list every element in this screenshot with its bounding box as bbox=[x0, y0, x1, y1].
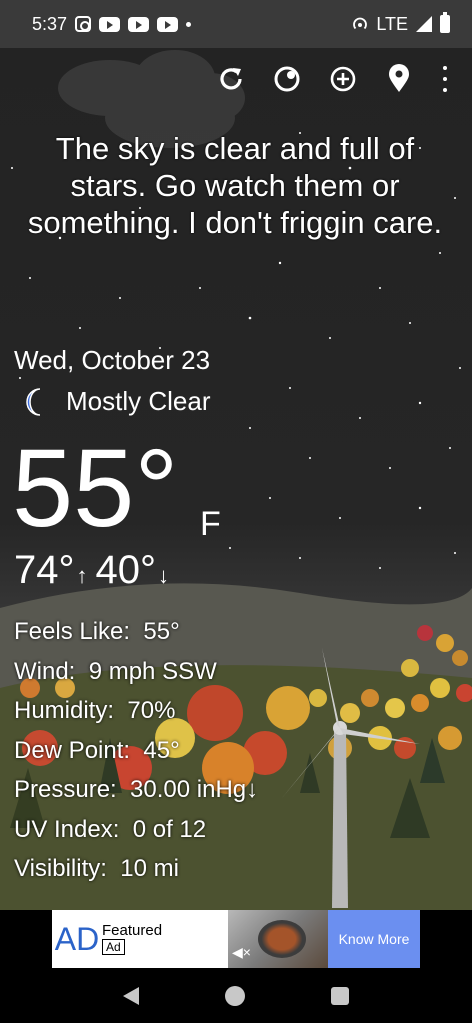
home-icon[interactable] bbox=[225, 985, 245, 1006]
signal-icon bbox=[416, 16, 432, 32]
temperature-unit[interactable]: F bbox=[200, 505, 221, 544]
detail-value: 55° bbox=[143, 618, 180, 645]
detail-wind: Wind: 9 mph SSW bbox=[14, 652, 258, 692]
condition-row: Mostly Clear bbox=[22, 386, 210, 417]
status-left: 5:37 bbox=[32, 13, 192, 35]
notification-dot-icon bbox=[186, 21, 192, 27]
ad-text: Featured Ad bbox=[102, 910, 228, 968]
recents-icon[interactable] bbox=[331, 986, 349, 1005]
detail-uv-index: UV Index: 0 of 12 bbox=[14, 810, 258, 850]
detail-humidity: Humidity: 70% bbox=[14, 691, 258, 731]
theme-icon bbox=[274, 66, 300, 92]
pan-image bbox=[258, 920, 306, 958]
ad-image[interactable]: ◀× bbox=[228, 910, 328, 968]
navigation-bar bbox=[0, 968, 472, 1023]
detail-label: Dew Point: bbox=[14, 736, 131, 764]
hotspot-icon bbox=[353, 17, 368, 30]
detail-value: 10 mi bbox=[120, 855, 179, 882]
detail-value: 70% bbox=[127, 697, 176, 724]
condition-label: Mostly Clear bbox=[66, 386, 211, 416]
refresh-icon bbox=[220, 68, 242, 90]
network-type: LTE bbox=[376, 13, 408, 34]
weather-quip: The sky is clear and full of stars. Go w… bbox=[27, 131, 443, 240]
battery-icon bbox=[440, 12, 450, 33]
back-icon[interactable] bbox=[123, 986, 139, 1005]
down-arrow-icon: ↓ bbox=[158, 563, 169, 588]
mute-icon[interactable]: ◀× bbox=[232, 944, 251, 961]
toolbar bbox=[214, 62, 416, 96]
detail-visibility: Visibility: 10 mi bbox=[14, 849, 258, 889]
detail-value: 9 mph SSW bbox=[88, 657, 217, 685]
low-temp: 40° bbox=[95, 548, 157, 592]
detail-dew-point: Dew Point: 45° bbox=[14, 731, 258, 771]
theme-button[interactable] bbox=[270, 62, 304, 96]
up-arrow-icon: ↑ bbox=[76, 563, 88, 588]
ad-logo: AD bbox=[54, 920, 100, 957]
ad-tag: Ad bbox=[102, 939, 125, 955]
know-more-button[interactable]: Know More bbox=[328, 910, 420, 968]
youtube-icon bbox=[99, 16, 121, 32]
location-button[interactable] bbox=[382, 62, 416, 96]
detail-pressure: Pressure: 30.00 inHg↓ bbox=[14, 770, 258, 810]
detail-value: 30.00 inHg↓ bbox=[130, 776, 259, 803]
current-temperature: 55° bbox=[12, 427, 179, 550]
detail-value: 0 of 12 bbox=[132, 815, 207, 843]
detail-feels-like: Feels Like: 55° bbox=[14, 612, 258, 652]
add-location-button[interactable] bbox=[326, 62, 360, 96]
high-temp: 74° bbox=[14, 548, 75, 592]
ad-banner[interactable]: AD Featured Ad ◀× Know More bbox=[52, 910, 420, 968]
ad-title: Featured bbox=[102, 922, 163, 939]
detail-label: Wind: bbox=[14, 657, 76, 685]
weather-details: Feels Like: 55° Wind: 9 mph SSW Humidity… bbox=[14, 612, 258, 889]
high-low: 74° ↑ 40° ↓ bbox=[14, 548, 177, 593]
refresh-button[interactable] bbox=[214, 62, 248, 96]
youtube-icon bbox=[157, 16, 179, 32]
location-pin-icon bbox=[389, 64, 409, 92]
detail-label: Feels Like: bbox=[14, 618, 131, 645]
youtube-icon bbox=[128, 16, 150, 32]
detail-label: Pressure: bbox=[14, 776, 117, 803]
detail-label: Humidity: bbox=[14, 697, 115, 724]
more-icon[interactable] bbox=[440, 66, 450, 92]
clock: 5:37 bbox=[32, 13, 68, 34]
instagram-icon bbox=[75, 16, 92, 32]
detail-label: UV Index: bbox=[14, 815, 120, 843]
detail-value: 45° bbox=[143, 736, 180, 764]
crescent-moon-icon bbox=[26, 387, 41, 416]
add-location-icon bbox=[330, 66, 356, 92]
detail-label: Visibility: bbox=[14, 855, 107, 882]
status-bar: 5:37 LTE bbox=[0, 0, 472, 48]
status-right: LTE bbox=[352, 12, 450, 35]
date-label: Wed, October 23 bbox=[14, 345, 211, 375]
